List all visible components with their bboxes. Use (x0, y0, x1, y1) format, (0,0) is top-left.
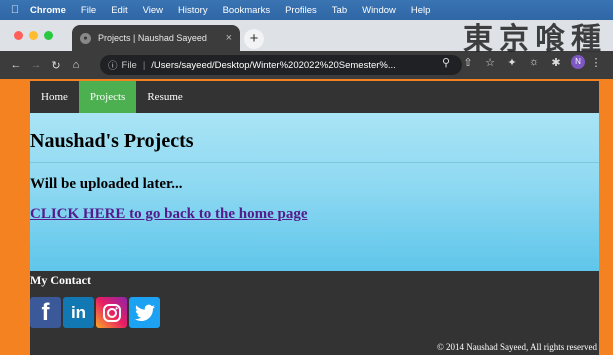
url-divider: | (142, 59, 146, 71)
tab-title: Projects | Naushad Sayeed (98, 33, 207, 43)
menu-profiles[interactable]: Profiles (285, 5, 317, 16)
url-text: /Users/sayeed/Desktop/Winter%202022%20Se… (151, 59, 396, 71)
address-bar[interactable]: ⓘ File | /Users/sayeed/Desktop/Winter%20… (100, 55, 462, 75)
menu-chrome[interactable]: Chrome (30, 5, 66, 16)
linkedin-icon[interactable]: in (63, 297, 94, 328)
info-icon[interactable]: ⓘ (108, 58, 118, 72)
nav-home[interactable]: Home (30, 81, 79, 113)
url-scheme: File (121, 59, 137, 71)
nav-resume[interactable]: Resume (136, 81, 193, 113)
watermark-calligraphy: 東京喰種 (463, 22, 607, 57)
menu-tab[interactable]: Tab (332, 5, 347, 16)
web-page: Home Projects Resume Naushad's Projects … (30, 81, 599, 355)
twitter-icon[interactable] (129, 297, 160, 328)
new-tab-button[interactable]: + (244, 29, 264, 49)
tab-projects[interactable]: ● Projects | Naushad Sayeed × (72, 25, 240, 51)
contact-heading: My Contact (30, 273, 91, 287)
zoom-window-button[interactable] (44, 31, 53, 40)
zoom-icon[interactable]: ⚲ (435, 56, 457, 69)
menu-file[interactable]: File (81, 5, 96, 16)
main-content: Naushad's Projects Will be uploaded late… (30, 113, 599, 271)
nav-projects[interactable]: Projects (78, 81, 137, 113)
close-window-button[interactable] (14, 31, 23, 40)
site-nav: Home Projects Resume (30, 81, 599, 113)
divider (30, 162, 599, 163)
minimize-window-button[interactable] (29, 31, 38, 40)
menu-help[interactable]: Help (411, 5, 431, 16)
menu-history[interactable]: History (178, 5, 208, 16)
reload-icon[interactable]: ↻ (46, 59, 66, 72)
instagram-icon[interactable] (96, 297, 127, 328)
home-icon[interactable]: ⌂ (66, 59, 86, 71)
back-icon[interactable]: ← (6, 59, 26, 71)
menu-view[interactable]: View (143, 5, 163, 16)
forward-icon[interactable]: → (26, 59, 46, 71)
apple-icon[interactable]:  (0, 4, 30, 16)
facebook-icon[interactable]: f (30, 297, 61, 328)
social-links: f in (30, 297, 162, 328)
close-tab-icon[interactable]: × (226, 32, 232, 44)
page-title: Naushad's Projects (30, 130, 194, 152)
subheading: Will be uploaded later... (30, 176, 183, 192)
globe-icon: ● (80, 32, 91, 44)
copyright: © 2014 Naushad Sayeed, All rights reserv… (436, 342, 597, 352)
site-footer: My Contact f in © 2014 Naushad Sayeed, A… (30, 271, 599, 355)
menu-window[interactable]: Window (362, 5, 396, 16)
menu-edit[interactable]: Edit (111, 5, 127, 16)
home-link[interactable]: CLICK HERE to go back to the home page (30, 206, 308, 223)
menu-bookmarks[interactable]: Bookmarks (223, 5, 271, 16)
